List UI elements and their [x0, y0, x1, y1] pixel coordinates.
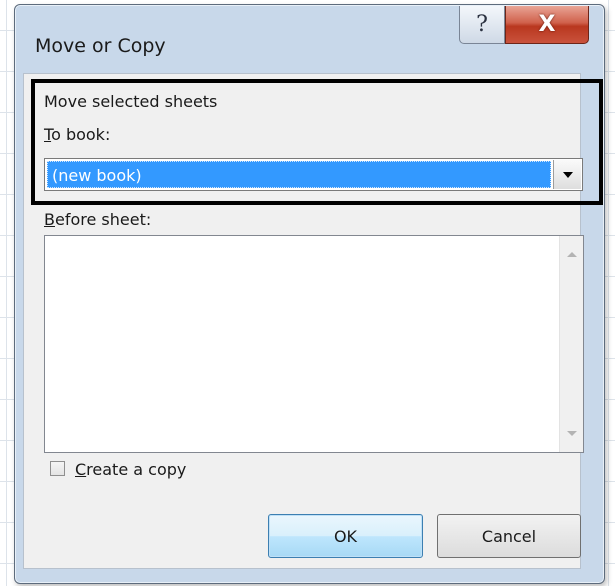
- create-copy-label-text: reate a copy: [86, 460, 187, 479]
- cancel-button[interactable]: Cancel: [437, 514, 581, 558]
- ok-button[interactable]: OK: [268, 514, 423, 558]
- listbox-scrollbar[interactable]: [559, 236, 583, 452]
- grid-line: [6, 0, 7, 586]
- dialog-title: Move or Copy: [35, 35, 166, 57]
- scroll-up-icon[interactable]: [567, 252, 577, 257]
- help-icon: ?: [476, 12, 488, 37]
- before-sheet-label: Before sheet:: [44, 210, 151, 229]
- create-copy-label[interactable]: Create a copy: [75, 460, 186, 479]
- annotation-highlight-box: [31, 79, 603, 205]
- close-button[interactable]: X: [505, 6, 589, 44]
- scroll-down-icon[interactable]: [567, 431, 577, 436]
- before-sheet-label-text: efore sheet:: [54, 210, 152, 229]
- before-sheet-listbox[interactable]: [44, 235, 584, 453]
- close-icon: X: [538, 12, 556, 37]
- before-sheet-mnemonic: B: [44, 210, 55, 229]
- grid-line: [608, 0, 609, 586]
- create-copy-checkbox[interactable]: [50, 461, 65, 476]
- help-button[interactable]: ?: [459, 6, 505, 44]
- create-copy-mnemonic: C: [75, 460, 87, 479]
